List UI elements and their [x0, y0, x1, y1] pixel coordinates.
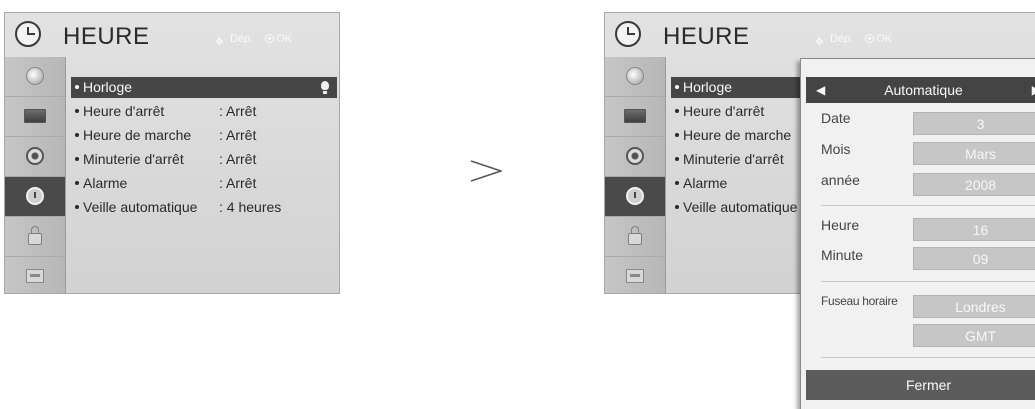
close-button[interactable]: Fermer — [806, 370, 1035, 400]
clock-icon — [26, 187, 44, 205]
menu-item-alarm[interactable]: Alarme: Arrêt — [71, 173, 256, 194]
date-label: Date — [821, 110, 851, 126]
hint-ok-label: OK — [276, 33, 293, 45]
timezone-label: Fuseau horaire — [821, 294, 898, 308]
menu-sidebar — [605, 57, 666, 293]
sidebar-item-setup[interactable] — [5, 57, 65, 97]
year-label: année — [821, 172, 860, 188]
mode-selector[interactable]: ◀ Automatique ▶ — [806, 77, 1035, 103]
minute-field[interactable]: 09 — [913, 247, 1035, 270]
divider — [821, 205, 1035, 206]
menu-title: HEURE — [663, 23, 750, 50]
lightbulb-icon — [321, 81, 329, 94]
time-menu-before: HEURE ✥ Dép. OK Horloge Heure d'arrêt: Arr… — [4, 12, 340, 294]
minute-label: Minute — [821, 247, 864, 263]
sidebar-item-time[interactable] — [605, 177, 665, 217]
option-icon — [26, 269, 44, 283]
menu-item-on-time[interactable]: Heure de marche: Arrêt — [71, 125, 256, 146]
sidebar-item-setup[interactable] — [605, 57, 665, 97]
clock-icon — [626, 187, 644, 205]
mode-value: Automatique — [884, 82, 963, 98]
nav-hints: ✥ Dép. OK — [213, 33, 292, 49]
option-icon — [626, 269, 644, 283]
menu-item-off-time[interactable]: Heure d'arrêt — [671, 101, 764, 122]
ok-icon — [865, 34, 875, 43]
divider — [821, 281, 1035, 282]
move-arrows-icon: ✥ — [815, 37, 824, 48]
menu-item-sleep-timer[interactable]: Minuterie d'arrêt: Arrêt — [71, 149, 256, 170]
hour-field[interactable]: 16 — [913, 218, 1035, 241]
year-field[interactable]: 2008 — [913, 173, 1035, 196]
menu-item-sleep-timer[interactable]: Minuterie d'arrêt — [671, 149, 784, 170]
clock-icon — [15, 21, 41, 47]
tv-icon — [624, 109, 646, 123]
sidebar-item-lock[interactable] — [5, 217, 65, 257]
menu-item-auto-sleep[interactable]: Veille automatique: 4 heures — [71, 197, 281, 218]
menu-item-alarm[interactable]: Alarme — [671, 173, 727, 194]
menu-header: HEURE ✥ Dép. OK — [605, 13, 1035, 57]
menu-header: HEURE ✥ Dép. OK — [5, 13, 339, 57]
move-arrows-icon: ✥ — [215, 37, 224, 48]
sidebar-item-time[interactable] — [5, 177, 65, 217]
menu-sidebar — [5, 57, 66, 293]
sidebar-item-picture[interactable] — [5, 97, 65, 137]
satellite-icon — [26, 67, 44, 85]
month-label: Mois — [821, 141, 851, 157]
sidebar-item-audio[interactable] — [5, 137, 65, 177]
ok-icon — [265, 34, 275, 43]
sidebar-item-audio[interactable] — [605, 137, 665, 177]
audio-icon — [26, 147, 44, 165]
audio-icon — [626, 147, 644, 165]
timezone-field[interactable]: Londres — [913, 295, 1035, 318]
lock-icon — [628, 226, 642, 245]
menu-title: HEURE — [63, 23, 150, 50]
menu-item-off-time[interactable]: Heure d'arrêt: Arrêt — [71, 101, 256, 122]
sidebar-item-option[interactable] — [605, 257, 665, 296]
date-field[interactable]: 3 — [913, 112, 1035, 135]
sidebar-item-lock[interactable] — [605, 217, 665, 257]
sidebar-item-picture[interactable] — [605, 97, 665, 137]
tv-icon — [24, 109, 46, 123]
clock-icon — [615, 21, 641, 47]
sidebar-item-option[interactable] — [5, 257, 65, 296]
hour-label: Heure — [821, 217, 860, 233]
menu-item-on-time[interactable]: Heure de marche — [671, 125, 791, 146]
hint-move-label: Dép. — [230, 33, 254, 45]
timezone-offset-field: GMT — [913, 324, 1035, 347]
hint-ok-label: OK — [876, 33, 893, 45]
month-field[interactable]: Mars — [913, 142, 1035, 165]
left-arrow-icon[interactable]: ◀ — [816, 77, 825, 103]
next-step-arrow-icon — [470, 160, 502, 182]
lock-icon — [28, 226, 42, 245]
satellite-icon — [626, 67, 644, 85]
menu-item-clock[interactable]: Horloge — [71, 77, 337, 98]
menu-item-clock[interactable]: Horloge — [671, 77, 821, 98]
divider — [821, 357, 1035, 358]
menu-item-auto-sleep[interactable]: Veille automatique — [671, 197, 797, 218]
hint-move-label: Dép. — [830, 33, 854, 45]
nav-hints: ✥ Dép. OK — [813, 33, 892, 49]
clock-settings-popup: ◀ Automatique ▶ Date 3 Mois Mars année 2… — [800, 58, 1035, 409]
menu-items: Horloge Heure d'arrêt: Arrêt Heure de ma… — [65, 57, 339, 293]
